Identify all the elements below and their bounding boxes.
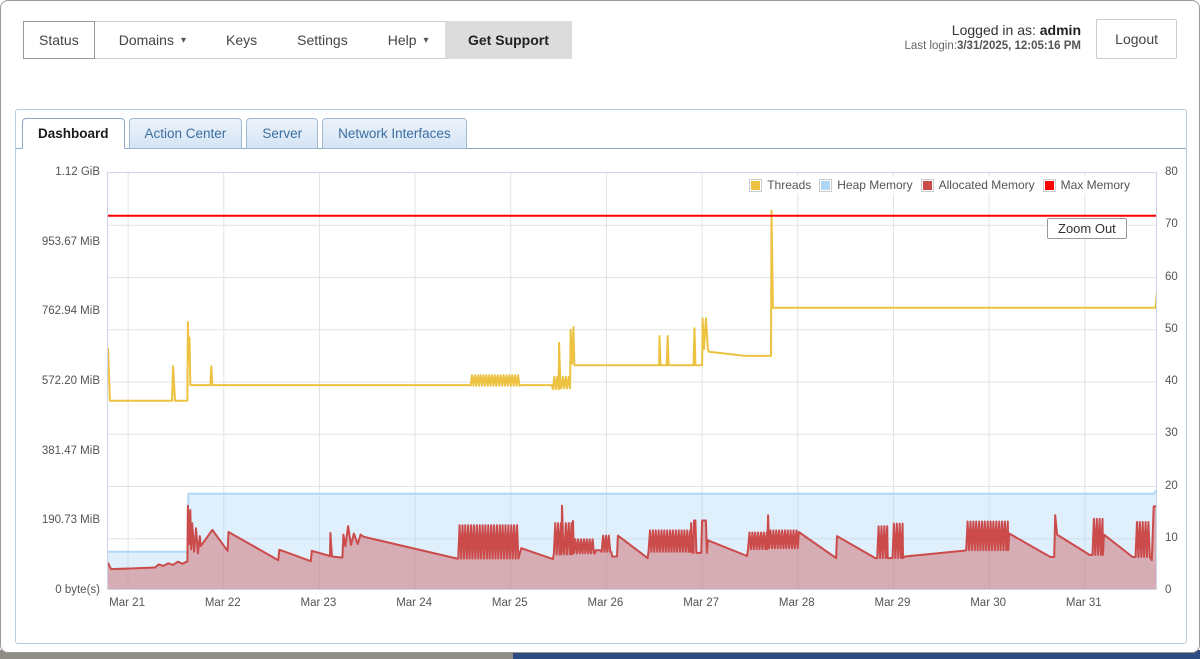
axis-tick-label: 80 [1165,166,1178,178]
axis-tick-label: Mar 23 [300,597,337,609]
axis-tick-label: Mar 25 [491,597,528,609]
axis-tick-label: 20 [1165,479,1178,492]
legend-label-threads: Threads [767,178,812,192]
logout-button[interactable]: Logout [1096,19,1177,59]
axis-tick-label: 953.67 MiB [41,235,100,248]
legend-label-heap-memory: Heap Memory [837,178,913,192]
nav-item-settings-label: Settings [297,32,348,48]
axis-tick-label: 60 [1165,270,1178,283]
axis-tick-label: 572.20 MiB [41,374,100,387]
axis-tick-label: Mar 21 [109,597,145,609]
axis-tick-label: Mar 24 [396,597,432,609]
app-window: Status Domains ▾ Keys Settings Help ▾ Ge… [0,0,1200,653]
axis-tick-label: Mar 27 [683,597,719,609]
logged-in-prefix: Logged in as: [951,22,1040,38]
memory-threads-chart: 0 byte(s) 190.73 MiB 381.47 MiB 572.20 MiB 7… [16,110,1186,643]
dashboard-panel: Dashboard Action Center Server Network I… [15,109,1187,644]
username: admin [1039,22,1081,38]
zoom-out-button[interactable]: Zoom Out [1047,218,1127,239]
login-info: Logged in as: admin Last login:3/31/2025… [905,22,1081,52]
chart-legend: Threads Heap Memory Allocated Memory Max Me… [745,176,1142,194]
axis-tick-label: Mar 28 [778,597,815,609]
axis-tick-label: 10 [1165,531,1178,544]
nav-item-keys[interactable]: Keys [206,22,277,58]
axis-tick-label: 762.94 MiB [41,305,100,318]
axis-tick-label: Mar 26 [587,597,624,609]
caret-down-icon: ▾ [423,34,429,46]
axis-tick-label: 190.73 MiB [41,514,100,527]
logged-in-as: Logged in as: admin [905,22,1081,38]
get-support-button[interactable]: Get Support [445,21,572,59]
nav-item-help-label: Help [387,32,417,48]
last-login: Last login:3/31/2025, 12:05:16 PM [905,40,1081,52]
axis-tick-label: 70 [1165,218,1178,231]
nav-item-keys-label: Keys [225,32,258,48]
axis-tick-label: 381.47 MiB [41,444,100,457]
axis-tick-label: 40 [1165,375,1178,387]
nav-item-domains[interactable]: Domains ▾ [99,22,206,58]
axis-tick-label: Mar 31 [1065,597,1102,609]
series-line-threads [108,209,1156,402]
legend-color-heap-memory [819,178,833,192]
legend-color-max-memory [1042,178,1056,192]
legend-label-max-memory: Max Memory [1060,178,1130,192]
legend-label-allocated-memory: Allocated Memory [938,178,1035,192]
main-nav: Status Domains ▾ Keys Settings Help ▾ [23,21,450,59]
nav-item-help[interactable]: Help ▾ [368,22,449,58]
axis-tick-label: 1.12 GiB [55,165,100,178]
axis-tick-label: Mar 22 [204,597,241,609]
axis-tick-label: 30 [1165,427,1178,440]
chart-plot [107,172,1157,590]
axis-tick-label: 0 byte(s) [55,584,100,596]
nav-item-status-label: Status [39,32,79,48]
axis-tick-label: 0 [1165,584,1172,596]
last-login-value: 3/31/2025, 12:05:16 PM [956,40,1081,52]
legend-color-allocated-memory [920,178,934,192]
axis-tick-label: Mar 30 [970,597,1007,609]
nav-item-domains-label: Domains [118,32,174,48]
axis-tick-label: 50 [1165,322,1178,335]
last-login-prefix: Last login: [904,40,957,52]
legend-color-threads [749,178,763,192]
nav-item-settings[interactable]: Settings [277,22,368,58]
axis-tick-label: Mar 29 [874,597,911,609]
nav-item-status[interactable]: Status [23,21,95,59]
caret-down-icon: ▾ [180,34,186,46]
